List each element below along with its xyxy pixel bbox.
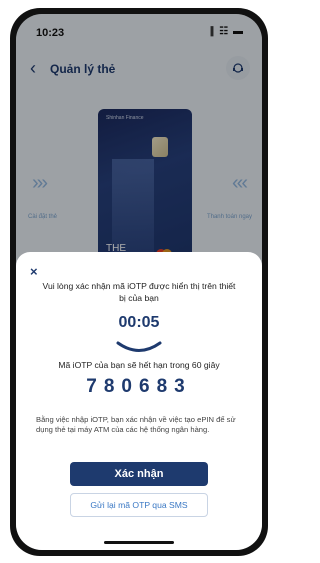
otp-code: 780683 — [86, 376, 192, 397]
close-icon[interactable]: × — [30, 264, 38, 279]
screen: 10:23 ∥ ☷ ▬ ‹ Quản lý thẻ ››› Cài đặt th… — [16, 14, 262, 550]
dialog-message: Vui lòng xác nhận mã iOTP được hiển thị … — [42, 281, 236, 303]
dialog-note: Bằng việc nhập iOTP, bạn xác nhận về việ… — [36, 415, 236, 434]
confirm-button[interactable]: Xác nhận — [70, 462, 208, 486]
timer-arc-icon — [116, 341, 162, 352]
timer-wrap: 00:05 — [16, 314, 262, 332]
countdown-timer: 00:05 — [118, 314, 160, 331]
otp-dialog: × Vui lòng xác nhận mã iOTP được hiển th… — [16, 252, 262, 550]
resend-otp-button[interactable]: Gửi lại mã OTP qua SMS — [70, 493, 208, 517]
home-indicator[interactable] — [104, 541, 174, 544]
expire-text: Mã iOTP của bạn sẽ hết hạn trong 60 giây — [58, 360, 220, 370]
phone-frame: 10:23 ∥ ☷ ▬ ‹ Quản lý thẻ ››› Cài đặt th… — [10, 8, 268, 556]
